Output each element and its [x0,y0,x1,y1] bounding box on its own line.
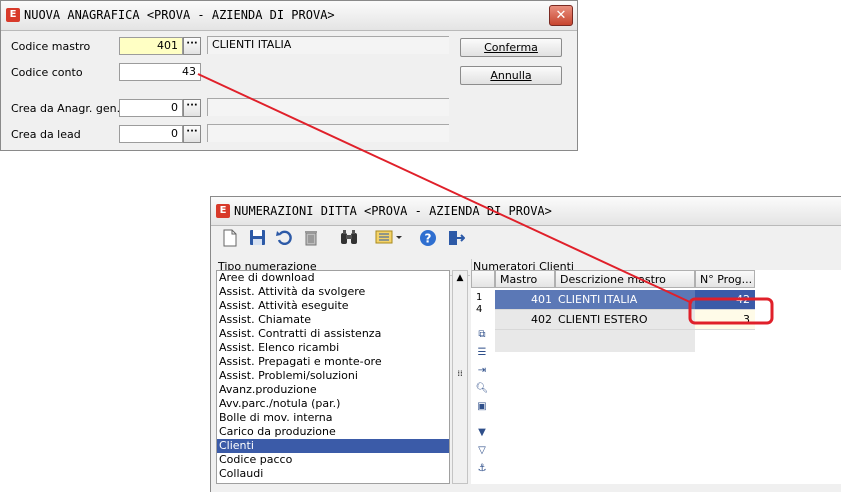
app-logo-icon: E [216,204,230,218]
type-list-item[interactable]: Carico da produzione [217,425,449,439]
empty-row-filler [495,330,695,352]
crea-da-anagr-description [207,98,449,116]
app-logo-icon: E [6,8,20,22]
type-list-item[interactable]: Assist. Chiamate [217,313,449,327]
new-document-icon[interactable] [220,229,240,249]
row-form-icon[interactable]: ▣ [475,400,489,414]
save-icon[interactable] [247,229,267,249]
row-list-icon[interactable]: ☰ [475,346,489,360]
type-list-item[interactable]: Clienti [217,439,449,453]
cell-mastro-row2[interactable]: 402 [495,310,555,330]
annulla-button[interactable]: Annulla [460,66,562,85]
crea-da-lead-label: Crea da lead [11,128,81,141]
column-header-descrizione[interactable]: Descrizione mastro [555,270,695,288]
crea-da-lead-input[interactable]: 0 [119,125,183,143]
conferma-button[interactable]: Conferma [460,38,562,57]
row-indicator: 1 4 [476,292,482,316]
close-button[interactable]: ✕ [549,5,573,26]
codice-mastro-description: CLIENTI ITALIA [207,36,449,54]
help-icon[interactable]: ? [418,229,438,249]
type-list-item[interactable]: Collaudi [217,467,449,481]
type-list-item[interactable]: Assist. Elenco ricambi [217,341,449,355]
grid-corner [471,270,495,288]
type-list-item[interactable]: Assist. Attività da svolgere [217,285,449,299]
scroll-up-icon[interactable]: ▲ [454,272,466,284]
toolbar: ? [214,226,841,254]
crea-da-anagr-label: Crea da Anagr. gen. [11,102,121,115]
crea-da-lead-description [207,124,449,142]
cell-descrizione-row1[interactable]: CLIENTI ITALIA [555,290,695,310]
codice-mastro-label: Codice mastro [11,40,91,53]
anchor-icon[interactable]: ⚓︎ [475,462,489,476]
nuova-anagrafica-dialog: E NUOVA ANAGRAFICA <PROVA - AZIENDA DI P… [0,0,578,151]
codice-mastro-lookup-button[interactable]: ··· [183,37,201,55]
cell-descrizione-row2[interactable]: CLIENTI ESTERO [555,310,695,330]
scroll-grip-icon[interactable]: ⁞⁞ [454,369,466,379]
undo-icon[interactable] [274,229,294,249]
cell-prog-row2[interactable]: 3 [695,310,755,330]
type-list-item[interactable]: Codice pacco [217,453,449,467]
exit-icon[interactable] [446,229,466,249]
numerazioni-window: E NUMERAZIONI DITTA <PROVA - AZIENDA DI … [210,196,841,492]
column-header-prog[interactable]: N° Prog... [695,270,755,288]
zoom-icon[interactable]: 🔍︎ [475,382,489,396]
dialog-title: NUOVA ANAGRAFICA <PROVA - AZIENDA DI PRO… [24,8,335,22]
row-copy-icon[interactable]: ⧉ [475,328,489,342]
filter-clear-icon[interactable]: ▽ [475,444,489,458]
numbering-type-list[interactable]: Aree di download Assist. Attività da svol… [216,270,450,484]
type-list-item[interactable]: Assist. Problemi/soluzioni [217,369,449,383]
type-list-item[interactable]: Aree di download [217,271,449,285]
numerazioni-titlebar[interactable]: E NUMERAZIONI DITTA <PROVA - AZIENDA DI … [211,197,841,226]
type-list-item[interactable]: Assist. Prepagati e monte-ore [217,355,449,369]
filter-icon[interactable]: ▼ [475,426,489,440]
binoculars-icon[interactable] [339,229,359,249]
type-list-item[interactable]: Assist. Contratti di assistenza [217,327,449,341]
crea-da-anagr-lookup-button[interactable]: ··· [183,99,201,117]
row-insert-icon[interactable]: ⇥ [475,364,489,378]
window-title: NUMERAZIONI DITTA <PROVA - AZIENDA DI PR… [234,204,552,218]
column-header-mastro[interactable]: Mastro [495,270,555,288]
row-indicator-top: 1 [476,292,483,303]
list-view-icon[interactable] [374,229,404,249]
codice-conto-label: Codice conto [11,66,83,79]
type-list-scrollbar[interactable]: ▲ ⁞⁞ [452,270,468,484]
row-indicator-bottom: 4 [476,304,483,315]
type-list-item[interactable]: Avv.parc./notula (par.) [217,397,449,411]
crea-da-lead-lookup-button[interactable]: ··· [183,125,201,143]
type-list-item[interactable]: Assist. Attività eseguite [217,299,449,313]
dialog-titlebar[interactable]: E NUOVA ANAGRAFICA <PROVA - AZIENDA DI P… [1,1,577,31]
codice-conto-input[interactable]: 43 [119,63,201,81]
type-list-item[interactable]: Avanz.produzione [217,383,449,397]
type-list-item[interactable]: Bolle di mov. interna [217,411,449,425]
cell-prog-row1[interactable]: 42 [695,290,755,310]
cell-mastro-row1[interactable]: 401 [495,290,555,310]
crea-da-anagr-input[interactable]: 0 [119,99,183,117]
numerators-grid: Mastro Descrizione mastro N° Prog... 1 4… [471,270,841,484]
delete-icon[interactable] [301,229,321,249]
svg-text:?: ? [425,232,432,246]
codice-mastro-input[interactable]: 401 [119,37,183,55]
